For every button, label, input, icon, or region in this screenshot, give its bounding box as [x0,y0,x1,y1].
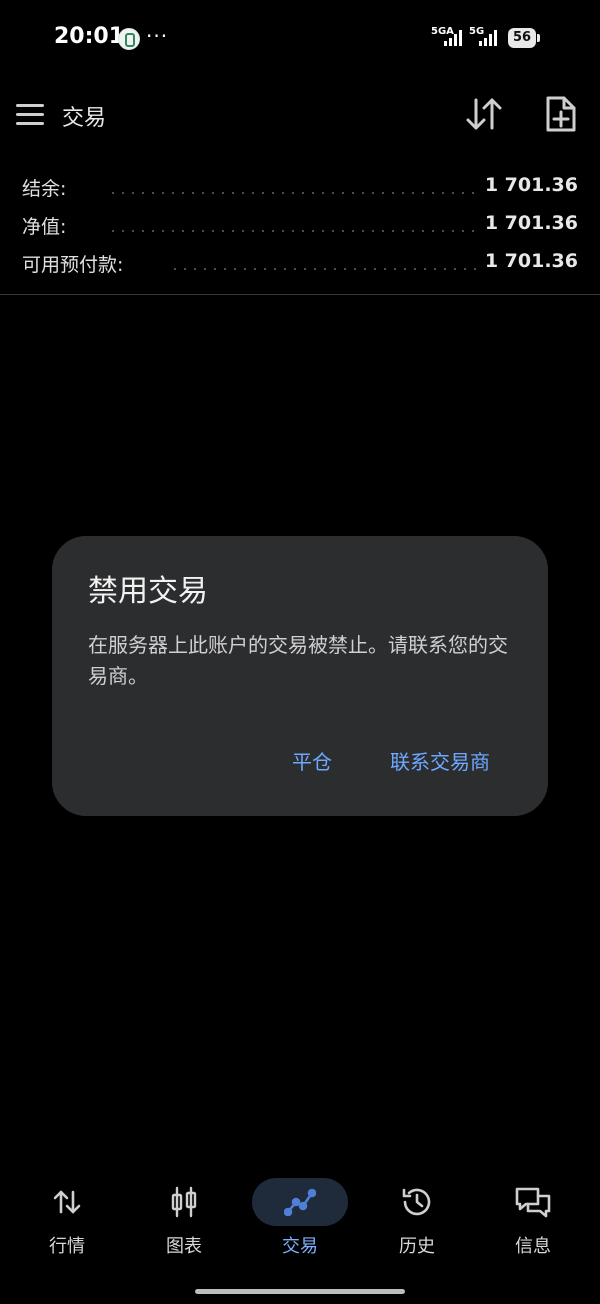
dialog-message: 在服务器上此账户的交易被禁止。请联系您的交易商。 [88,633,508,688]
trade-screen: 20:01 ··· 5GA 5G 56 交易 结余: 1 701.36 净值: … [0,0,600,1304]
equity-value: 1 701.36 [476,212,578,234]
nav-item-chart[interactable]: 图表 [126,1170,242,1266]
bottom-nav: 行情 图表 交易 历史 信息 [0,1170,600,1270]
messages-icon [515,1187,551,1218]
free-margin-label: 可用预付款: [22,250,132,277]
account-summary: 结余: 1 701.36 净值: 1 701.36 可用预付款: 1 701.3… [0,168,600,282]
battery-icon: 56 [508,28,540,48]
dialog-title: 禁用交易 [88,574,208,609]
free-margin-value: 1 701.36 [476,250,578,272]
nav-label-messages: 信息 [515,1236,551,1257]
home-indicator[interactable] [195,1289,405,1294]
dotted-leader [108,192,478,194]
signal-icon-2 [479,30,501,46]
nav-label-history: 历史 [399,1236,435,1257]
nav-item-messages[interactable]: 信息 [475,1170,591,1266]
status-bar: 20:01 ··· 5GA 5G 56 [0,0,600,76]
app-bar: 交易 [0,84,600,146]
chart-icon [171,1186,197,1218]
quotes-icon [53,1190,81,1214]
summary-row-free-margin: 可用预付款: 1 701.36 [0,244,600,282]
status-time: 20:01 [54,24,125,49]
nav-label-trade: 交易 [282,1236,318,1257]
history-icon [402,1188,431,1216]
balance-label: 结余: [22,174,75,201]
more-notifications-icon: ··· [146,24,169,48]
nav-label-quotes: 行情 [49,1236,85,1257]
signal-icon [444,30,466,46]
nav-item-trade[interactable]: 交易 [242,1170,358,1266]
close-position-button[interactable]: 平仓 [286,742,338,779]
nav-item-quotes[interactable]: 行情 [9,1170,125,1266]
new-order-icon[interactable] [544,94,578,134]
contact-broker-button[interactable]: 联系交易商 [384,742,496,779]
nav-item-history[interactable]: 历史 [359,1170,475,1266]
summary-row-equity: 净值: 1 701.36 [0,206,600,244]
dotted-leader [170,268,478,270]
page-title: 交易 [62,106,107,131]
summary-divider [0,294,600,295]
summary-row-balance: 结余: 1 701.36 [0,168,600,206]
nav-label-chart: 图表 [166,1236,202,1257]
equity-label: 净值: [22,212,75,239]
app-notification-icon [118,28,140,50]
trade-icon [284,1188,316,1216]
balance-value: 1 701.36 [476,174,578,196]
dotted-leader [108,230,478,232]
trading-disabled-dialog: 禁用交易 在服务器上此账户的交易被禁止。请联系您的交易商。 平仓 联系交易商 [52,536,548,816]
sort-icon[interactable] [464,96,504,132]
menu-icon[interactable] [16,104,44,126]
